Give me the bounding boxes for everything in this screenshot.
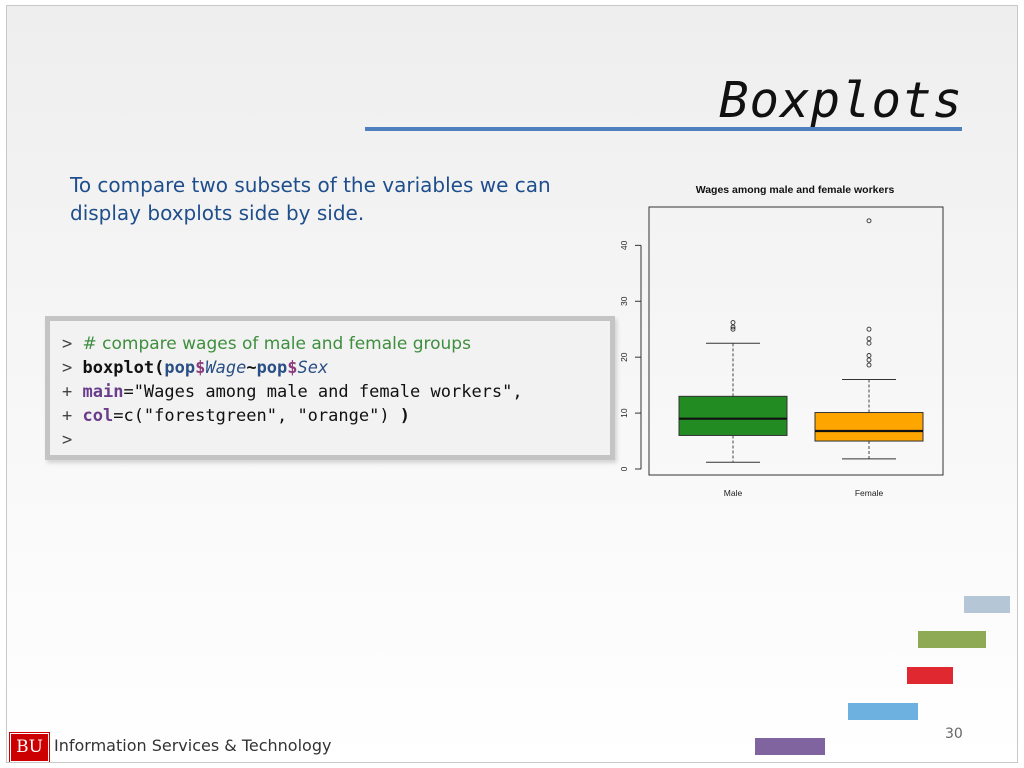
chart-layer: 0 10 20 30 40 Male Female [619,218,924,498]
prompt: > [62,358,73,378]
outlier-point [866,340,872,346]
y-tick-label: 30 [619,296,629,306]
prompt: + [62,382,73,402]
arg-col-value: =c("forestgreen", "orange") [113,406,400,426]
intro-text: To compare two subsets of the variables … [70,173,551,225]
prompt: > [62,430,73,450]
y-tick-label: 0 [619,466,629,471]
dollar-operator: $ [287,358,298,378]
boxplot-function: boxplot( [82,358,165,378]
box-female [814,412,924,442]
deco-bar-4 [848,703,918,720]
field-wage: Wage [205,358,247,378]
code-line-3: + main="Wages among male and female work… [62,382,523,406]
code-line-4: + col=c("forestgreen", "orange") ) [62,406,410,430]
field-sex: Sex [297,358,329,378]
code-line-5: > [62,430,72,454]
close-paren: ) [399,406,411,426]
footer-org-name: Information Services & Technology [54,736,332,755]
code-line-1: > # compare wages of male and female gro… [62,334,471,358]
title-underline [365,127,962,131]
code-block: > # compare wages of male and female gro… [45,316,615,460]
deco-bar-5 [755,738,825,755]
boxplot-chart: Wages among male and female workers 0 10 2… [613,171,953,501]
dollar-operator: $ [195,358,206,378]
object-pop: pop [164,358,196,378]
box-male [678,395,788,436]
page-number: 30 [945,726,963,742]
outlier-point [866,362,872,368]
y-tick-label: 20 [619,352,629,362]
deco-bar-2 [918,631,986,648]
outlier-point [866,353,872,358]
arg-main: main [82,382,124,402]
chart-title: Wages among male and female workers [696,184,895,196]
object-pop: pop [256,358,288,378]
y-tick-label: 10 [619,408,629,418]
y-tick-label: 40 [619,240,629,250]
outlier-point [866,357,872,363]
arg-main-value: ="Wages among male and female workers", [123,382,523,402]
code-comment: # compare wages of male and female group… [82,334,471,354]
arg-col: col [82,406,114,426]
slide: Boxplots To compare two subsets of the v… [6,5,1018,763]
code-line-2: > boxplot(pop$Wage~pop$Sex [62,358,328,382]
prompt: > [62,334,73,354]
boxplot-svg: Wages among male and female workers 0 10 2… [619,184,944,498]
outlier-point [866,336,872,342]
tilde-operator: ~ [246,358,257,378]
outlier-point [730,320,736,325]
deco-bar-3 [907,667,953,684]
x-tick-label: Male [724,488,743,498]
outlier-point [866,326,872,332]
deco-bar-1 [964,596,1010,613]
prompt: + [62,406,73,426]
outlier-point [866,218,872,224]
x-tick-label: Female [855,488,884,498]
slide-title: Boxplots [718,72,963,129]
bu-logo: BU [10,733,49,762]
